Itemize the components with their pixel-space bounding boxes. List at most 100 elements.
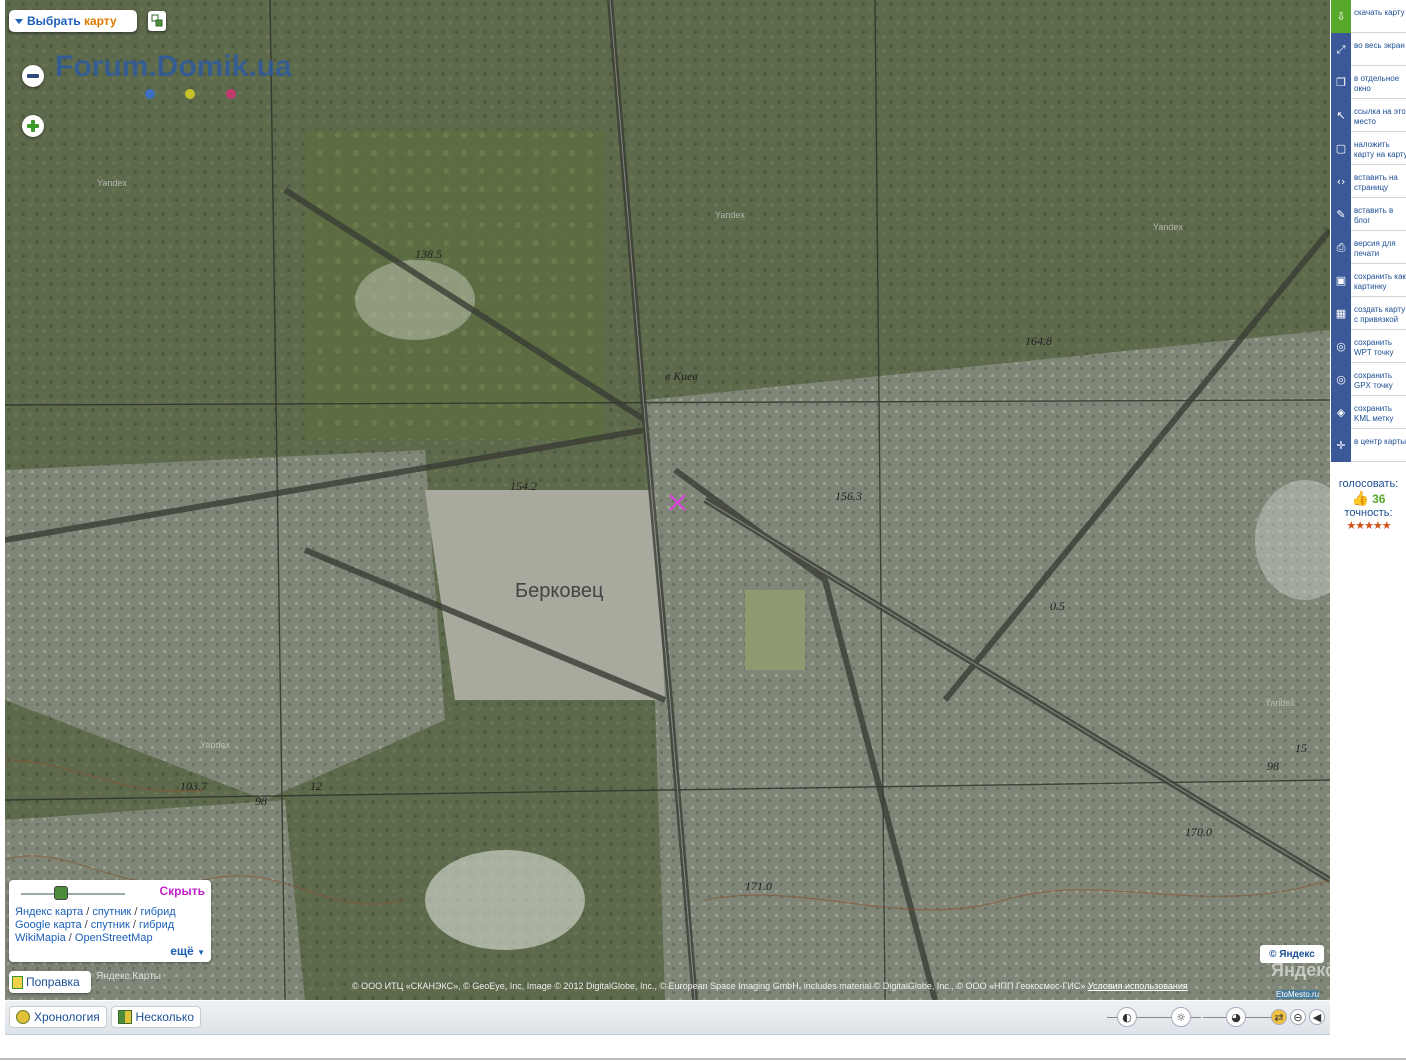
tool-item[interactable]: ▦ создать карту с привязкой bbox=[1331, 297, 1406, 330]
tool-item[interactable]: ◎ сохранить GPX точку bbox=[1331, 363, 1406, 396]
thumbs-up-icon[interactable]: 👍 bbox=[1352, 490, 1369, 506]
tool-item-label: скачать карту bbox=[1354, 8, 1405, 17]
tool-item[interactable]: ◈ сохранить KML метку bbox=[1331, 396, 1406, 429]
tool-item-label: вставить в блог bbox=[1354, 206, 1394, 225]
height-label: 171.0 bbox=[745, 879, 772, 893]
etomesto-link[interactable]: EtoMesto.ru bbox=[1276, 990, 1320, 999]
blog-pencil-icon: ✎ bbox=[1331, 198, 1351, 231]
yandex-watermark: Яндекс bbox=[1271, 960, 1336, 980]
terms-of-use-link[interactable]: Условия использования bbox=[1088, 981, 1188, 991]
yandex-tile-watermark: Yandex bbox=[200, 740, 230, 750]
choose-map-label-2: карту bbox=[83, 14, 117, 28]
logo-dot bbox=[185, 89, 195, 99]
chronology-button[interactable]: Хронология bbox=[9, 1006, 107, 1028]
opacity-slider-track[interactable] bbox=[21, 893, 125, 895]
tool-item-label: сохранить KML метку bbox=[1354, 404, 1394, 423]
vote-count: 36 bbox=[1372, 492, 1386, 506]
tool-item[interactable]: ✛ в центр карты bbox=[1331, 429, 1406, 462]
save-image-icon: ▣ bbox=[1331, 264, 1351, 297]
correction-label: Поправка bbox=[26, 975, 80, 989]
yandex-tile-watermark: Yandex bbox=[1265, 698, 1295, 708]
map-number: 12 bbox=[310, 779, 322, 793]
chevron-down-icon: ▼ bbox=[197, 948, 205, 957]
tool-item-label: создать карту с привязкой bbox=[1354, 305, 1406, 324]
tool-item[interactable]: ❐ в отдельное окно bbox=[1331, 66, 1406, 99]
tool-item[interactable]: ‹› вставить на страницу bbox=[1331, 165, 1406, 198]
wpt-icon: ◎ bbox=[1331, 330, 1351, 363]
new-window-icon: ❐ bbox=[1331, 66, 1351, 99]
logo-dot bbox=[226, 89, 236, 99]
tool-item[interactable]: ◎ сохранить WPT точку bbox=[1331, 330, 1406, 363]
grid-maps-icon bbox=[118, 1010, 132, 1024]
map-canvas[interactable]: Берковец 138.5 154.2 156.3 164.8 171.0 1… bbox=[5, 0, 1330, 1000]
accuracy-stars[interactable]: ★★★★★ bbox=[1331, 519, 1406, 532]
reset-icon[interactable]: ⊖ bbox=[1290, 1009, 1306, 1025]
more-maps-link[interactable]: ещё ▼ bbox=[170, 944, 205, 958]
yandex-tile-watermark: Yandex bbox=[715, 210, 745, 220]
note-icon bbox=[12, 975, 23, 989]
link-cursor-icon: ↖ bbox=[1331, 99, 1351, 132]
tool-item-label: во весь экран bbox=[1354, 41, 1405, 50]
download-icon: ⇩ bbox=[1331, 0, 1351, 33]
vote-row[interactable]: 👍 36 bbox=[1331, 490, 1406, 507]
kml-icon: ◈ bbox=[1331, 396, 1351, 429]
zoom-out-button[interactable] bbox=[22, 65, 44, 87]
height-label: 98 bbox=[255, 794, 267, 808]
color-icon[interactable]: ◕ bbox=[1226, 1007, 1246, 1027]
hide-layers-link[interactable]: Скрыть bbox=[159, 884, 205, 898]
height-label: 138.5 bbox=[415, 247, 442, 261]
google-hybrid-link[interactable]: гибрид bbox=[139, 919, 174, 931]
tool-item-label: вставить на страницу bbox=[1354, 173, 1398, 192]
copyright-text: © ООО ИТЦ «СКАНЭКС», © GeoEye, Inc, Imag… bbox=[352, 981, 1188, 991]
vote-block: голосовать: 👍 36 точность: ★★★★★ bbox=[1331, 478, 1406, 532]
openstreetmap-link[interactable]: OpenStreetMap bbox=[75, 932, 153, 944]
chronology-icon bbox=[16, 1010, 30, 1024]
correction-button[interactable]: Поправка bbox=[9, 971, 91, 993]
choose-map-button[interactable]: Выбрать карту bbox=[9, 10, 137, 32]
brightness-icon[interactable]: ☼ bbox=[1171, 1007, 1191, 1027]
tool-item[interactable]: ⎙ версия для печати bbox=[1331, 231, 1406, 264]
zoom-in-button[interactable] bbox=[22, 115, 44, 137]
chronology-label: Хронология bbox=[34, 1010, 100, 1024]
layers-icon bbox=[151, 14, 163, 27]
swap-icon[interactable]: ⇄ bbox=[1271, 1009, 1287, 1025]
opacity-slider-handle[interactable] bbox=[54, 886, 68, 900]
tool-item-label: в отдельное окно bbox=[1354, 74, 1400, 93]
fullscreen-icon: ⤢ bbox=[1331, 33, 1351, 66]
dropdown-arrow-icon bbox=[15, 19, 23, 25]
yandex-satellite-link[interactable]: спутник bbox=[92, 906, 131, 918]
contrast-icon[interactable]: ◐ bbox=[1117, 1007, 1137, 1027]
road-label: в Киев bbox=[665, 369, 698, 383]
google-map-link[interactable]: Google карта bbox=[15, 919, 82, 931]
layer-switcher: Скрыть Яндекс карта / спутник / гибрид G… bbox=[9, 880, 211, 962]
grid-icon: ▦ bbox=[1331, 297, 1351, 330]
back-icon[interactable]: ◀ bbox=[1309, 1009, 1325, 1025]
yandex-maps-caption: Яндекс.Карты bbox=[96, 971, 161, 982]
tool-item-label: ссылка на это место bbox=[1354, 107, 1406, 126]
tool-item[interactable]: ⇩ скачать карту bbox=[1331, 0, 1406, 33]
yandex-map-link[interactable]: Яндекс карта bbox=[15, 906, 83, 918]
right-tools-panel: ⇩ скачать карту ⤢ во весь экран ❐ в отдельное… bbox=[1331, 0, 1406, 465]
yandex-tile-watermark: Yandex bbox=[97, 178, 127, 188]
yandex-hybrid-link[interactable]: гибрид bbox=[141, 906, 176, 918]
tool-item[interactable]: ↖ ссылка на это место bbox=[1331, 99, 1406, 132]
tool-item[interactable]: ✎ вставить в блог bbox=[1331, 198, 1406, 231]
tool-item[interactable]: ▢ наложить карту на карту bbox=[1331, 132, 1406, 165]
map-number: 0.5 bbox=[1050, 599, 1065, 613]
wikimapia-link[interactable]: WikiMapia bbox=[15, 932, 66, 944]
accuracy-label: точность: bbox=[1344, 507, 1393, 519]
layers-toggle-button[interactable] bbox=[148, 11, 166, 31]
gpx-icon: ◎ bbox=[1331, 363, 1351, 396]
other-maps-row: WikiMapia / OpenStreetMap bbox=[15, 932, 153, 944]
tool-item[interactable]: ⤢ во весь экран bbox=[1331, 33, 1406, 66]
place-label-berkovets: Берковец bbox=[515, 580, 603, 602]
center-icon: ✛ bbox=[1331, 429, 1351, 462]
several-label: Несколько bbox=[135, 1010, 194, 1024]
map-imagery: Берковец 138.5 154.2 156.3 164.8 171.0 1… bbox=[5, 0, 1330, 1000]
embed-icon: ‹› bbox=[1331, 165, 1351, 198]
logo-dot bbox=[145, 89, 155, 99]
google-satellite-link[interactable]: спутник bbox=[91, 919, 130, 931]
height-label: 154.2 bbox=[510, 479, 537, 493]
several-maps-button[interactable]: Несколько bbox=[111, 1006, 201, 1028]
tool-item[interactable]: ▣ сохранить как картинку bbox=[1331, 264, 1406, 297]
